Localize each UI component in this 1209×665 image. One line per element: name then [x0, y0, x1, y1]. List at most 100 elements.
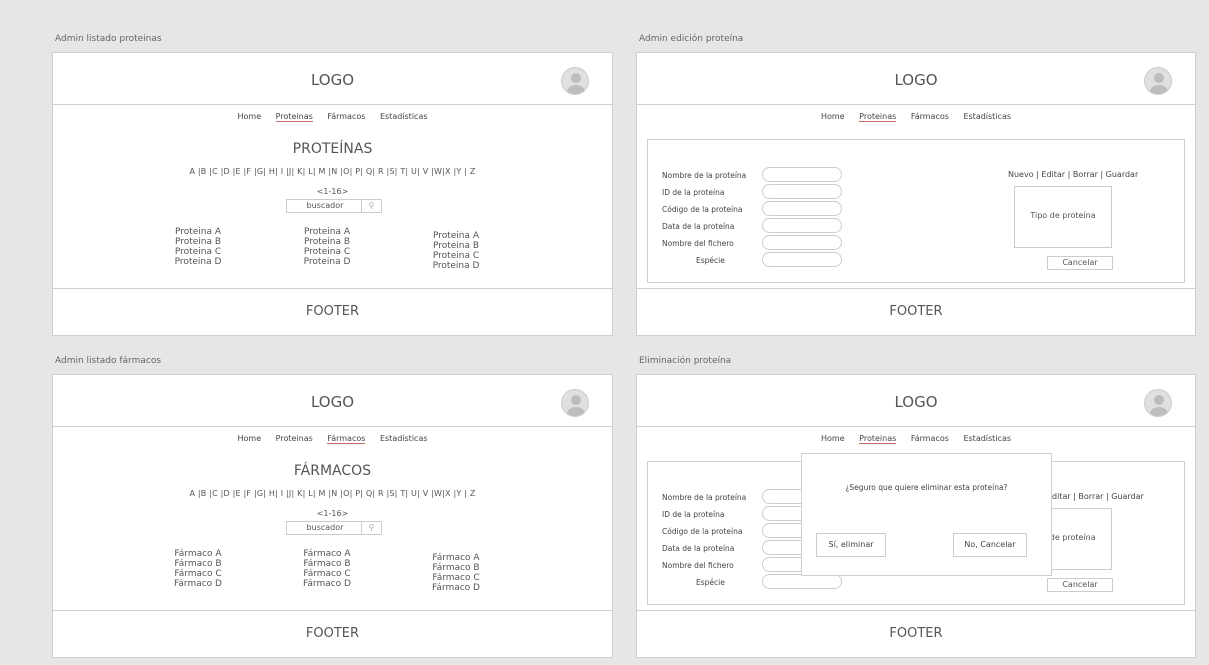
list-item[interactable]: Fármaco D — [282, 579, 372, 589]
nav-drugs[interactable]: Fármacos — [327, 434, 366, 444]
field-label-species: Espécie — [696, 256, 725, 265]
footer: FOOTER — [637, 610, 1195, 657]
list-item[interactable]: Fármaco C — [153, 569, 243, 579]
pagination[interactable]: <1-16> — [53, 187, 612, 196]
logo: LOGO — [894, 393, 938, 411]
cancel-delete-button[interactable]: No, Cancelar — [953, 533, 1027, 557]
avatar-icon[interactable] — [1144, 67, 1172, 95]
protein-species-input[interactable] — [762, 574, 842, 589]
list-item[interactable]: Proteina A — [153, 227, 243, 237]
field-label-file: Nombre del fichero — [662, 239, 734, 248]
alphabet-filter[interactable]: A |B |C |D |E |F |G| H| I |J| K| L| M |N… — [53, 489, 612, 498]
list-item[interactable]: Proteina D — [153, 257, 243, 267]
list-item[interactable]: Proteina B — [282, 237, 372, 247]
field-label-name: Nombre de la proteína — [662, 493, 747, 502]
cancel-button[interactable]: Cancelar — [1047, 256, 1113, 270]
nav-drugs[interactable]: Fármacos — [911, 434, 949, 443]
panel-title-edit-protein: Admin edición proteína — [639, 34, 744, 44]
list-column: Proteina A Proteina B Proteina C Protein… — [282, 227, 372, 267]
logo: LOGO — [894, 71, 938, 89]
list-item[interactable]: Proteina D — [411, 261, 501, 271]
list-item[interactable]: Proteina A — [411, 231, 501, 241]
avatar-icon[interactable] — [561, 67, 589, 95]
field-label-code: Código de la proteína — [662, 205, 743, 214]
list-item[interactable]: Proteina C — [153, 247, 243, 257]
nav-proteins[interactable]: Proteinas — [276, 434, 313, 443]
logo: LOGO — [310, 393, 355, 411]
list-item[interactable]: Fármaco C — [282, 569, 372, 579]
list-item[interactable]: Proteina B — [411, 241, 501, 251]
confirm-delete-dialog: ¿Seguro que quiere eliminar esta proteín… — [801, 453, 1052, 576]
search-input[interactable]: buscador ⚲ — [286, 199, 382, 213]
protein-code-input[interactable] — [762, 201, 842, 216]
search-input[interactable]: buscador ⚲ — [286, 521, 382, 535]
header: LOGO — [53, 53, 612, 105]
nav-proteins[interactable]: Proteinas — [859, 112, 897, 122]
header: LOGO — [53, 375, 612, 427]
list-item[interactable]: Fármaco B — [411, 563, 501, 573]
field-label-code: Código de la proteína — [662, 527, 743, 536]
list-item[interactable]: Fármaco B — [282, 559, 372, 569]
nav-proteins[interactable]: Proteinas — [275, 112, 313, 122]
nav-drugs[interactable]: Fármacos — [911, 112, 949, 121]
action-links[interactable]: ditar | Borrar | Guardar — [1052, 492, 1144, 501]
footer: FOOTER — [53, 610, 612, 657]
avatar-icon[interactable] — [561, 389, 589, 417]
list-item[interactable]: Proteina A — [282, 227, 372, 237]
protein-id-input[interactable] — [762, 184, 842, 199]
field-label-name: Nombre de la proteína — [662, 171, 747, 180]
list-column: Proteina A Proteina B Proteina C Protein… — [153, 227, 243, 267]
wireframe-delete-protein: LOGO Home Proteinas Fármacos Estadística… — [636, 374, 1196, 658]
list-item[interactable]: Proteina D — [282, 257, 372, 267]
nav-proteins[interactable]: Proteinas — [859, 434, 897, 444]
list-item[interactable]: Proteina B — [153, 237, 243, 247]
list-column: Proteina A Proteina B Proteina C Protein… — [411, 231, 501, 271]
list-item[interactable]: Fármaco A — [282, 549, 372, 559]
protein-date-input[interactable] — [762, 218, 842, 233]
nav-stats[interactable]: Estadísticas — [380, 112, 428, 121]
search-icon[interactable]: ⚲ — [361, 200, 381, 212]
pagination[interactable]: <1-16> — [53, 509, 612, 518]
footer: FOOTER — [53, 288, 612, 335]
alphabet-filter[interactable]: A |B |C |D |E |F |G| H| I |J| K| L| M |N… — [53, 167, 612, 176]
nav-home[interactable]: Home — [237, 434, 261, 443]
panel-title-list-drugs: Admin listado fármacos — [55, 356, 162, 366]
protein-file-input[interactable] — [762, 235, 842, 250]
panel-title-list-proteins: Admin listado proteinas — [55, 34, 162, 44]
cancel-button[interactable]: Cancelar — [1047, 578, 1113, 592]
list-item[interactable]: Fármaco C — [411, 573, 501, 583]
protein-type-box[interactable]: Tipo de proteína — [1014, 186, 1112, 248]
footer-text: FOOTER — [305, 304, 360, 319]
list-item[interactable]: Fármaco D — [411, 583, 501, 593]
footer-text: FOOTER — [889, 626, 943, 641]
field-label-date: Data de la proteína — [662, 222, 735, 231]
search-icon[interactable]: ⚲ — [361, 522, 381, 534]
page-heading: FÁRMACOS — [293, 463, 372, 479]
nav-home[interactable]: Home — [237, 112, 261, 121]
list-item[interactable]: Fármaco A — [411, 553, 501, 563]
action-links[interactable]: Nuevo | Editar | Borrar | Guardar — [1008, 170, 1138, 179]
page-heading: PROTEÍNAS — [292, 141, 373, 157]
nav-stats[interactable]: Estadísticas — [963, 112, 1011, 121]
protein-species-input[interactable] — [762, 252, 842, 267]
confirm-delete-button[interactable]: Sí, eliminar — [816, 533, 886, 557]
search-placeholder: buscador — [306, 201, 344, 210]
list-item[interactable]: Proteina C — [411, 251, 501, 261]
panel-title-delete-protein: Eliminación proteína — [639, 356, 732, 366]
nav-stats[interactable]: Estadísticas — [380, 434, 428, 443]
nav-home[interactable]: Home — [821, 434, 845, 443]
avatar-icon[interactable] — [1144, 389, 1172, 417]
list-item[interactable]: Fármaco D — [153, 579, 243, 589]
list-item[interactable]: Fármaco B — [153, 559, 243, 569]
list-column: Fármaco A Fármaco B Fármaco C Fármaco D — [153, 549, 243, 589]
header: LOGO — [637, 375, 1195, 427]
list-item[interactable]: Fármaco A — [153, 549, 243, 559]
wireframe-list-drugs: LOGO Home Proteinas Fármacos Estadística… — [52, 374, 613, 658]
list-item[interactable]: Proteina C — [282, 247, 372, 257]
search-placeholder: buscador — [306, 523, 344, 532]
nav-stats[interactable]: Estadísticas — [963, 434, 1011, 443]
protein-name-input[interactable] — [762, 167, 842, 182]
nav-home[interactable]: Home — [821, 112, 845, 121]
main-nav: Home Proteinas Fármacos Estadísticas — [53, 434, 612, 444]
nav-drugs[interactable]: Fármacos — [327, 112, 365, 121]
